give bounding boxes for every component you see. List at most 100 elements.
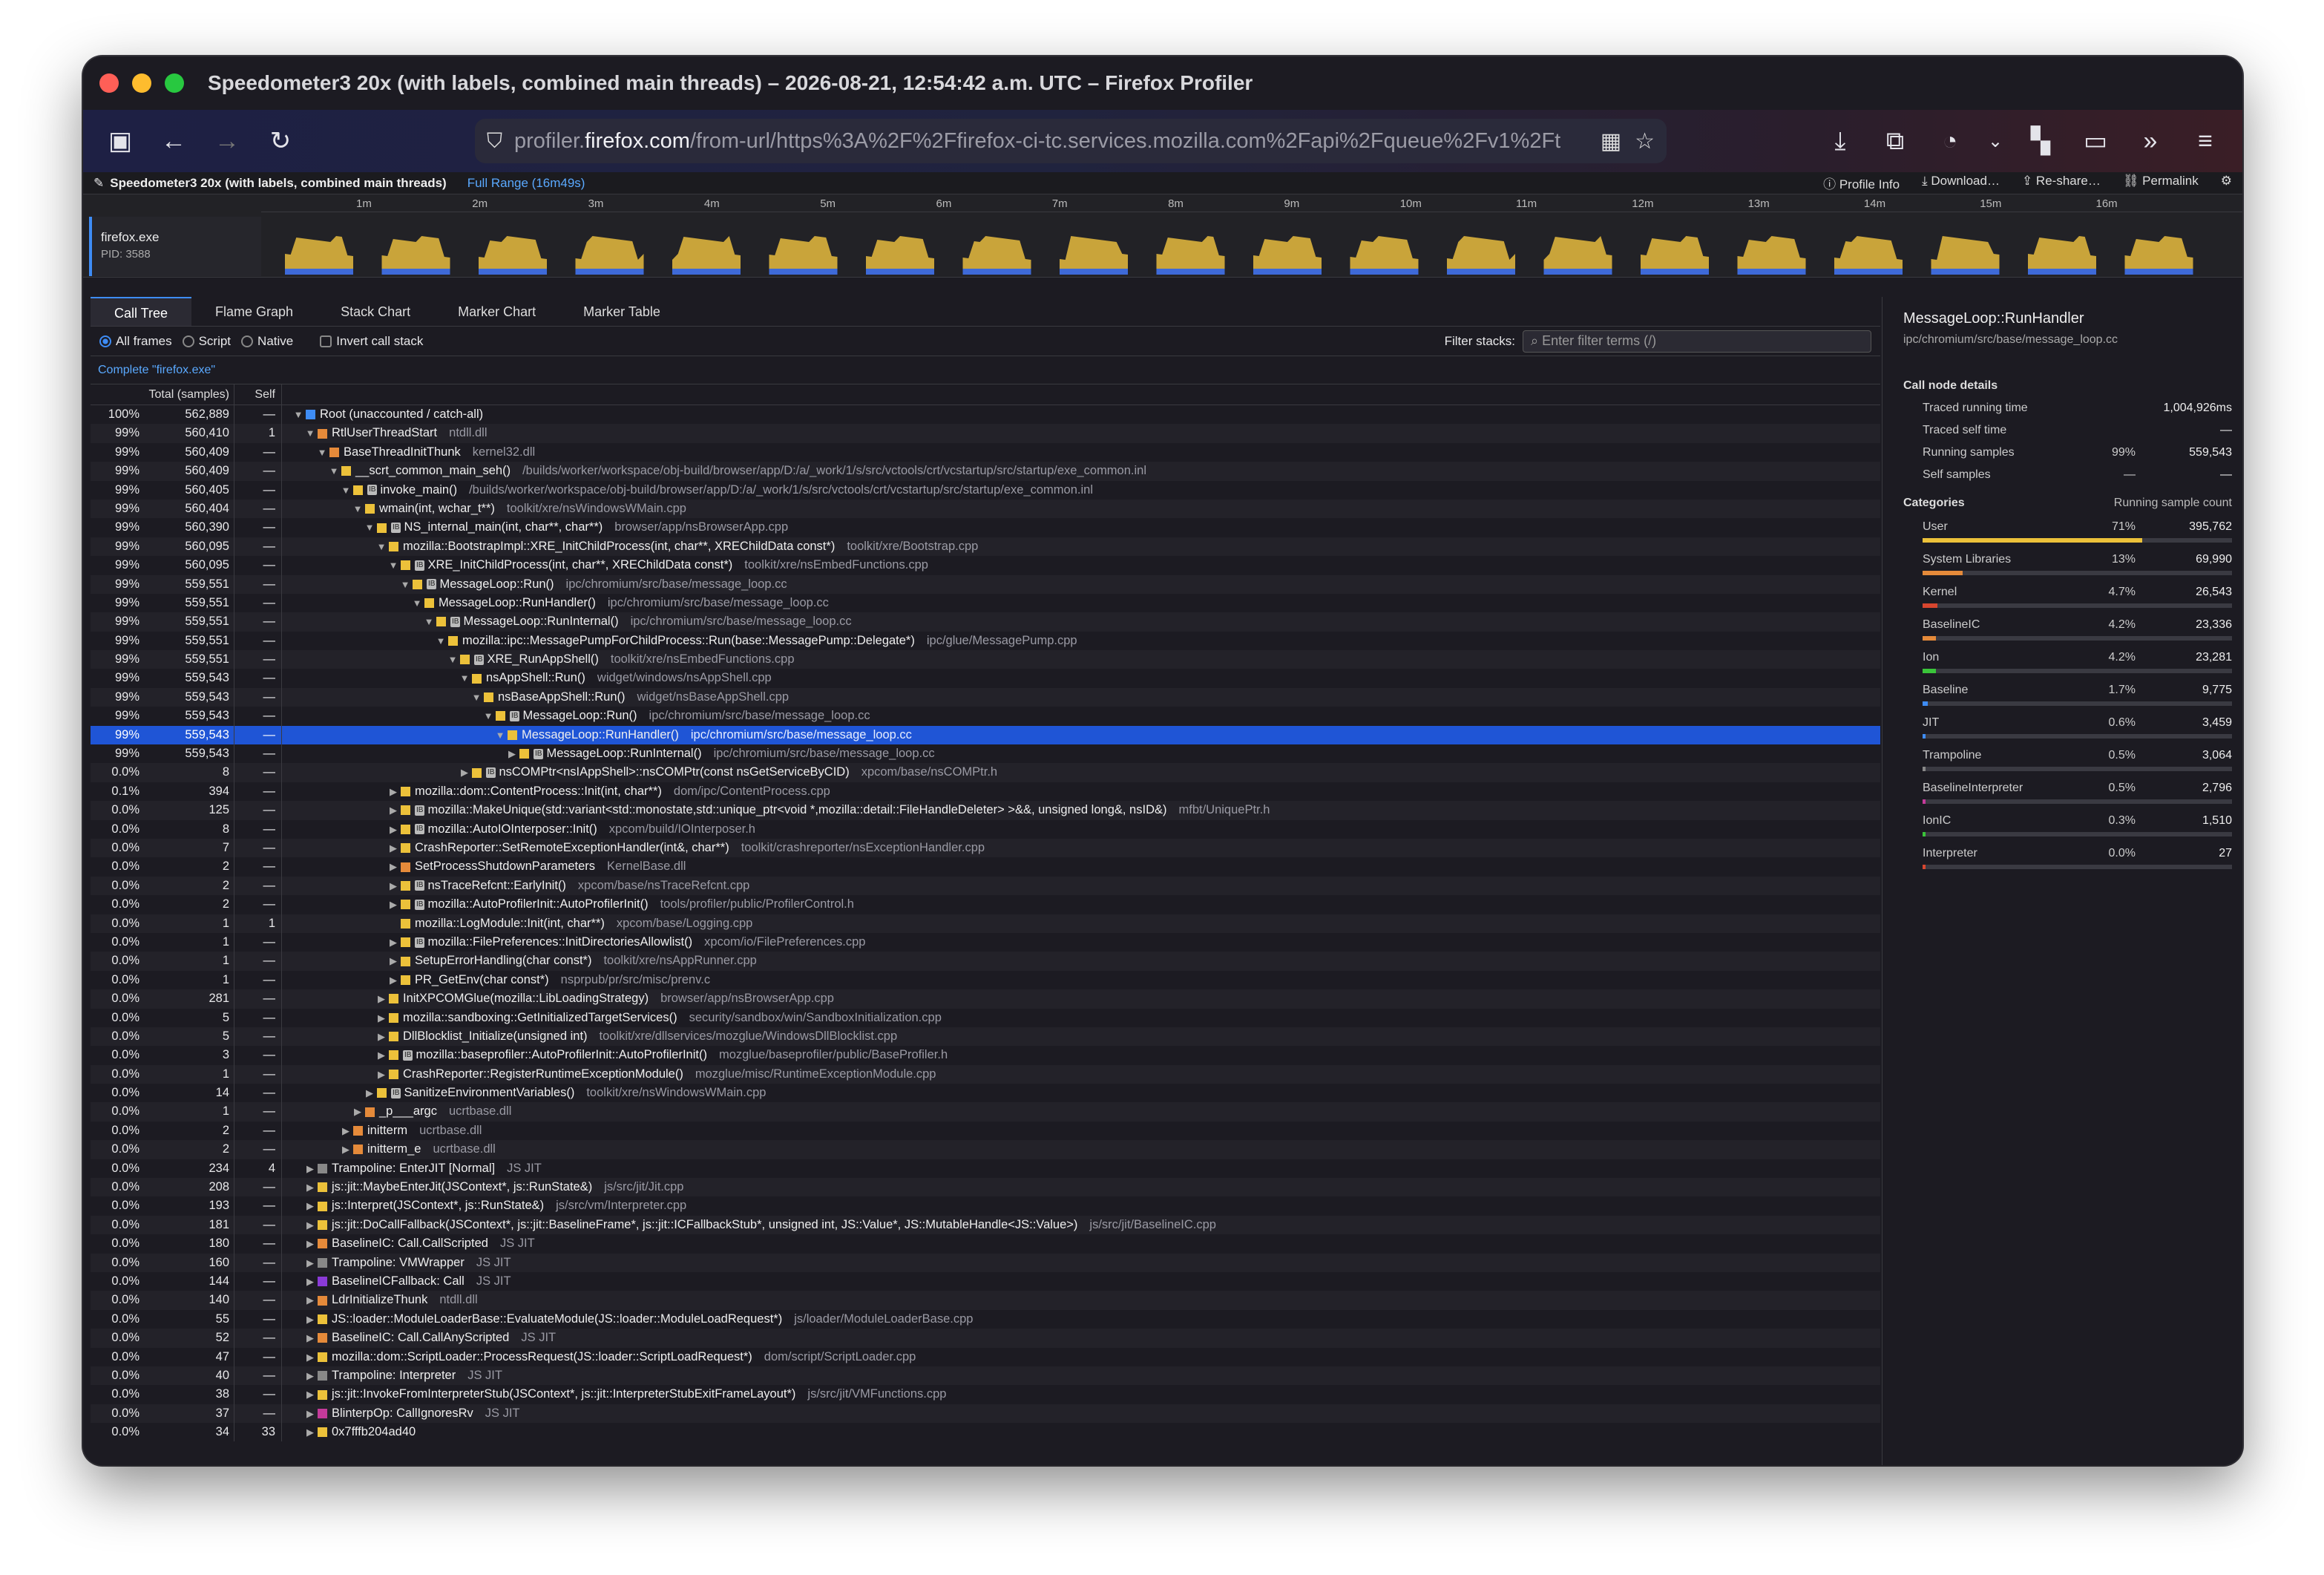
category-row[interactable]: Kernel 4.7% 26,543 (1903, 586, 2232, 608)
forward-icon[interactable]: → (206, 120, 248, 162)
call-tree-row[interactable]: 0.0% 14— ▶ IB SanitizeEnvironmentVariables()… (91, 1084, 1880, 1103)
call-tree-row[interactable]: 99% 560,095— ▼ mozilla::BootstrapImpl::XRE_… (91, 537, 1880, 557)
cpu-activity-burst[interactable] (285, 236, 353, 273)
twisty-expanded-icon[interactable]: ▼ (411, 594, 423, 612)
filter-input[interactable]: ⌕ Enter filter terms (/) (1523, 330, 1871, 353)
chevron-down-icon[interactable]: ⌄ (1984, 120, 2006, 162)
cpu-activity-burst[interactable] (962, 236, 1031, 273)
call-tree-row[interactable]: 0.0% 144— ▶ BaselineICFallback: Call JS JIT (91, 1271, 1880, 1291)
settings-gear-icon[interactable]: ⚙ (2221, 174, 2232, 192)
call-tree-row[interactable]: 99% 559,543— ▼ MessageLoop::RunHandler() ipc… (91, 725, 1880, 745)
category-row[interactable]: Trampoline 0.5% 3,064 (1903, 749, 2232, 771)
apps-icon[interactable]: ▚ (2020, 120, 2061, 162)
category-row[interactable]: User 71% 395,762 (1903, 520, 2232, 543)
twisty-collapsed-icon[interactable]: ▶ (387, 782, 399, 801)
category-row[interactable]: Interpreter 0.0% 27 (1903, 847, 2232, 869)
category-row[interactable]: JIT 0.6% 3,459 (1903, 716, 2232, 739)
call-tree-row[interactable]: 0.1% 394— ▶ mozilla::dom::ContentProcess::I… (91, 782, 1880, 802)
url-bar[interactable]: ⛉ profiler.firefox.com/from-url/https%3A… (475, 119, 1667, 163)
call-tree-row[interactable]: 0.0% 40— ▶ Trampoline: Interpreter JS JIT (91, 1366, 1880, 1386)
cpu-activity-burst[interactable] (1834, 236, 1903, 273)
twisty-collapsed-icon[interactable]: ▶ (506, 744, 518, 763)
twisty-collapsed-icon[interactable]: ▶ (304, 1178, 316, 1196)
twisty-collapsed-icon[interactable]: ▶ (459, 763, 470, 782)
call-tree-row[interactable]: 99% 560,095— ▼ IB XRE_InitChildProcess(int, … (91, 556, 1880, 575)
tab-view-icon[interactable]: ▭ (2075, 120, 2116, 162)
twisty-expanded-icon[interactable]: ▼ (316, 443, 328, 462)
twisty-expanded-icon[interactable]: ▼ (494, 726, 506, 744)
twisty-collapsed-icon[interactable]: ▶ (387, 801, 399, 819)
category-row[interactable]: Ion 4.2% 23,281 (1903, 651, 2232, 673)
twisty-collapsed-icon[interactable]: ▶ (387, 839, 399, 857)
cpu-activity-burst[interactable] (381, 236, 450, 273)
twisty-collapsed-icon[interactable]: ▶ (364, 1084, 375, 1102)
tab-stack-chart[interactable]: Stack Chart (317, 297, 434, 326)
call-tree-row[interactable]: 0.0% 5— ▶ DllBlocklist_Initialize(unsigned … (91, 1026, 1880, 1047)
twisty-expanded-icon[interactable]: ▼ (292, 405, 304, 424)
call-tree-row[interactable]: 0.0% 208— ▶ js::jit::MaybeEnterJit(JSContex… (91, 1178, 1880, 1197)
call-tree-row[interactable]: 99% 559,551— ▼ IB MessageLoop::RunInternal()… (91, 612, 1880, 632)
call-tree-row[interactable]: 0.0% 1 1 mozilla::LogModule::Init(int, char… (91, 914, 1880, 933)
zoom-window-button[interactable] (165, 73, 184, 93)
call-tree-row[interactable]: 99% 560,405— ▼ IB invoke_main() /builds/worke… (91, 480, 1880, 500)
url-text[interactable]: profiler.firefox.com/from-url/https%3A%2… (514, 129, 1590, 154)
native-radio[interactable]: Native (241, 334, 293, 349)
tab-marker-table[interactable]: Marker Table (559, 297, 684, 326)
cpu-activity-burst[interactable] (1931, 236, 2000, 273)
shield-icon[interactable]: ⛉ (487, 129, 502, 154)
call-tree-row[interactable]: 0.0% 37— ▶ BlinterpOp: CallIgnoresRv JS JIT (91, 1404, 1880, 1424)
cpu-activity-burst[interactable] (1447, 236, 1515, 273)
twisty-collapsed-icon[interactable]: ▶ (304, 1385, 316, 1404)
call-tree-row[interactable]: 0.0% 7— ▶ CrashReporter::SetRemoteException… (91, 838, 1880, 858)
call-tree-row[interactable]: 0.0% 1— ▶ PR_GetEnv(char const*) nsprpub/pr/… (91, 970, 1880, 990)
cpu-activity-burst[interactable] (769, 236, 838, 273)
twisty-expanded-icon[interactable]: ▼ (387, 556, 399, 574)
category-row[interactable]: BaselineIC 4.2% 23,336 (1903, 618, 2232, 641)
cpu-activity-burst[interactable] (2124, 236, 2193, 273)
cpu-activity-burst[interactable] (1543, 236, 1612, 273)
cpu-activity-burst[interactable] (1156, 236, 1225, 273)
twisty-expanded-icon[interactable]: ▼ (447, 650, 459, 669)
call-tree-row[interactable]: 0.0% 160— ▶ Trampoline: VMWrapper JS JIT (91, 1253, 1880, 1272)
call-tree-row[interactable]: 0.0% 1— ▶ SetupErrorHandling(char const*) to… (91, 952, 1880, 971)
twisty-expanded-icon[interactable]: ▼ (482, 707, 494, 725)
twisty-expanded-icon[interactable]: ▼ (399, 575, 411, 594)
pencil-icon[interactable]: ✎ (93, 176, 104, 191)
twisty-collapsed-icon[interactable]: ▶ (304, 1404, 316, 1423)
cpu-activity-burst[interactable] (1350, 236, 1419, 273)
track-label[interactable]: firefox.exe PID: 3588 (89, 217, 261, 276)
bookmark-star-icon[interactable]: ☆ (1635, 128, 1655, 154)
overflow-icon[interactable]: » (2130, 120, 2171, 162)
category-row[interactable]: System Libraries 13% 69,990 (1903, 553, 2232, 575)
sidebar-toggle-icon[interactable]: ▣ (99, 120, 141, 162)
twisty-collapsed-icon[interactable]: ▶ (304, 1159, 316, 1178)
range-breadcrumb[interactable]: Full Range (16m49s) (467, 176, 585, 191)
call-tree-row[interactable]: 0.0% 34 33 ▶ 0x7fffb204ad40 (91, 1423, 1880, 1442)
twisty-collapsed-icon[interactable]: ▶ (304, 1196, 316, 1215)
cpu-activity-burst[interactable] (1060, 236, 1128, 273)
twisty-collapsed-icon[interactable]: ▶ (340, 1122, 352, 1140)
call-tree-row[interactable]: 0.0% 55— ▶ JS::loader::ModuleLoaderBase::Ev… (91, 1309, 1880, 1329)
twisty-collapsed-icon[interactable]: ▶ (387, 820, 399, 839)
twisty-collapsed-icon[interactable]: ▶ (304, 1310, 316, 1329)
tab-flame-graph[interactable]: Flame Graph (191, 297, 317, 326)
call-tree-row[interactable]: 99% 559,551— ▼ MessageLoop::RunHandler() ipc… (91, 593, 1880, 613)
category-row[interactable]: IonIC 0.3% 1,510 (1903, 814, 2232, 836)
twisty-expanded-icon[interactable]: ▼ (435, 632, 447, 650)
call-tree-row[interactable]: 0.0% 8— ▶ IB mozilla::AutoIOInterposer::Init… (91, 819, 1880, 839)
reshare-button[interactable]: ⇪ Re-share… (2022, 174, 2101, 192)
script-radio[interactable]: Script (182, 334, 231, 349)
twisty-collapsed-icon[interactable]: ▶ (304, 1348, 316, 1366)
twisty-collapsed-icon[interactable]: ▶ (387, 952, 399, 970)
twisty-expanded-icon[interactable]: ▼ (304, 424, 316, 442)
breadcrumb[interactable]: Complete "firefox.exe" (91, 356, 1880, 384)
cpu-activity-burst[interactable] (866, 236, 934, 273)
call-tree-row[interactable]: 0.0% 140— ▶ LdrInitializeThunk ntdll.dll (91, 1291, 1880, 1310)
cpu-activity-burst[interactable] (2028, 236, 2096, 273)
permalink-button[interactable]: ⛓ Permalink (2123, 174, 2199, 192)
twisty-collapsed-icon[interactable]: ▶ (387, 933, 399, 952)
call-tree-row[interactable]: 0.0% 38— ▶ js::jit::InvokeFromInterpreterSt… (91, 1385, 1880, 1404)
call-tree-row[interactable]: 99% 559,551— ▼ mozilla::ipc::MessagePumpFor… (91, 631, 1880, 651)
twisty-collapsed-icon[interactable]: ▶ (375, 1046, 387, 1064)
thread-track[interactable]: firefox.exe PID: 3588 (83, 217, 2242, 276)
